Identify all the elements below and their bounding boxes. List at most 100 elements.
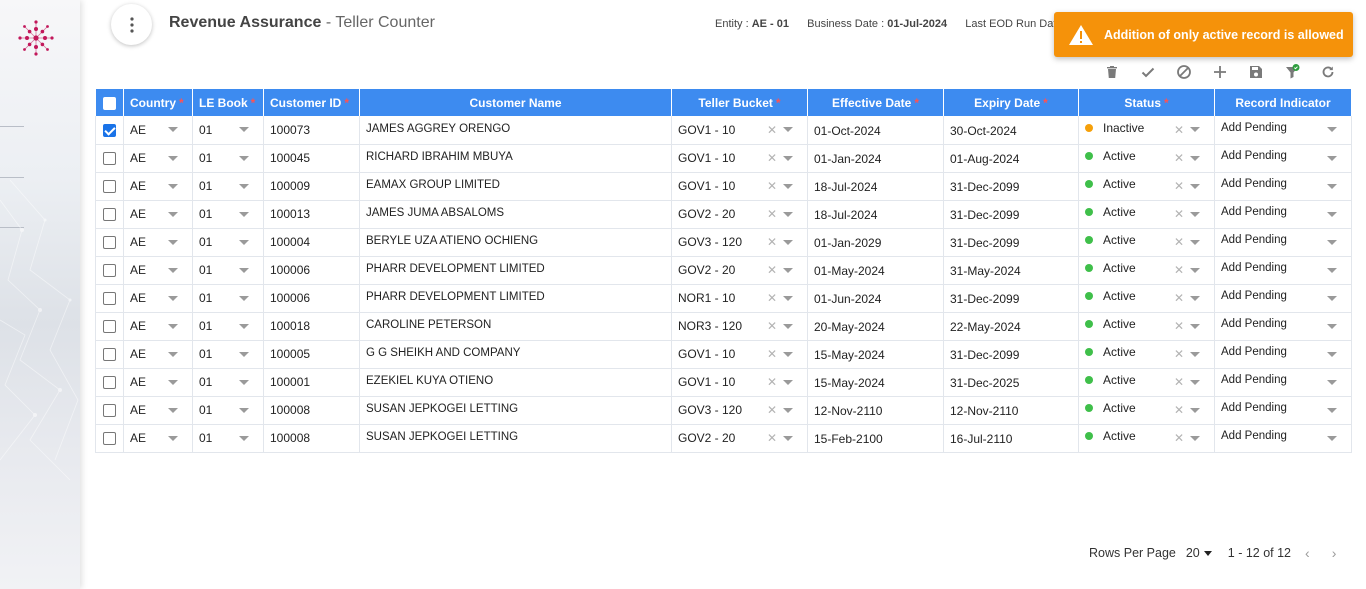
- customer-id-cell[interactable]: 100045: [263, 144, 360, 173]
- table-row[interactable]: AE 01 100004 BERYLE UZA ATIENO OCHIENG GOV3 …: [95, 228, 1352, 257]
- record-indicator-cell[interactable]: Add Pending: [1214, 172, 1352, 201]
- dropdown-arrow-icon[interactable]: [168, 239, 178, 245]
- clear-icon[interactable]: ✕: [767, 207, 777, 221]
- more-menu-button[interactable]: [111, 4, 152, 45]
- rows-per-page-select[interactable]: 20: [1186, 546, 1212, 560]
- clear-icon[interactable]: ✕: [1174, 263, 1184, 277]
- select-all-checkbox[interactable]: [102, 96, 116, 110]
- customer-id-cell[interactable]: 100005: [263, 340, 360, 369]
- row-checkbox[interactable]: [103, 123, 116, 137]
- le-book-cell[interactable]: 01: [192, 256, 264, 285]
- clear-icon[interactable]: ✕: [1174, 319, 1184, 333]
- row-checkbox[interactable]: [103, 264, 116, 278]
- dropdown-arrow-icon[interactable]: [783, 379, 793, 385]
- dropdown-arrow-icon[interactable]: [239, 239, 249, 245]
- dropdown-arrow-icon[interactable]: [783, 435, 793, 441]
- previous-page-button[interactable]: ‹: [1305, 545, 1310, 561]
- dropdown-arrow-icon[interactable]: [783, 407, 793, 413]
- effective-date-cell[interactable]: 12-Nov-2110: [807, 396, 944, 425]
- le-book-cell[interactable]: 01: [192, 312, 264, 341]
- effective-date-cell[interactable]: 15-Feb-2100: [807, 424, 944, 453]
- customer-id-cell[interactable]: 100001: [263, 368, 360, 397]
- record-indicator-cell[interactable]: Add Pending: [1214, 340, 1352, 369]
- dropdown-arrow-icon[interactable]: [239, 155, 249, 161]
- record-indicator-cell[interactable]: Add Pending: [1214, 144, 1352, 173]
- dropdown-arrow-icon[interactable]: [783, 155, 793, 161]
- table-row[interactable]: AE 01 100073 JAMES AGGREY ORENGO GOV1 - 10 ✕ 0…: [95, 116, 1352, 145]
- status-cell[interactable]: Active ✕: [1078, 340, 1215, 369]
- clear-icon[interactable]: ✕: [1174, 207, 1184, 221]
- table-row[interactable]: AE 01 100008 SUSAN JEPKOGEI LETTING GOV2 - 2…: [95, 424, 1352, 453]
- dropdown-arrow-icon[interactable]: [239, 435, 249, 441]
- dropdown-arrow-icon[interactable]: [1190, 351, 1200, 357]
- dropdown-arrow-icon[interactable]: [783, 351, 793, 357]
- dropdown-arrow-icon[interactable]: [1327, 323, 1337, 329]
- record-indicator-cell[interactable]: Add Pending: [1214, 312, 1352, 341]
- next-page-button[interactable]: ›: [1332, 545, 1337, 561]
- dropdown-arrow-icon[interactable]: [239, 323, 249, 329]
- dropdown-arrow-icon[interactable]: [1190, 127, 1200, 133]
- dropdown-arrow-icon[interactable]: [1327, 267, 1337, 273]
- row-checkbox[interactable]: [103, 180, 116, 194]
- le-book-cell[interactable]: 01: [192, 172, 264, 201]
- row-checkbox[interactable]: [103, 208, 116, 222]
- effective-date-cell[interactable]: 01-May-2024: [807, 256, 944, 285]
- clear-icon[interactable]: ✕: [767, 123, 777, 137]
- clear-icon[interactable]: ✕: [767, 235, 777, 249]
- column-header[interactable]: LE Book *: [192, 89, 264, 116]
- expiry-date-cell[interactable]: 16-Jul-2110: [943, 424, 1079, 453]
- clear-icon[interactable]: ✕: [1174, 151, 1184, 165]
- teller-bucket-cell[interactable]: GOV1 - 10 ✕: [671, 368, 808, 397]
- status-cell[interactable]: Active ✕: [1078, 396, 1215, 425]
- le-book-cell[interactable]: 01: [192, 284, 264, 313]
- clear-icon[interactable]: ✕: [1174, 123, 1184, 137]
- dropdown-arrow-icon[interactable]: [1190, 435, 1200, 441]
- table-row[interactable]: AE 01 100013 JAMES JUMA ABSALOMS GOV2 - 20 ✕ 1…: [95, 200, 1352, 229]
- effective-date-cell[interactable]: 15-May-2024: [807, 368, 944, 397]
- dropdown-arrow-icon[interactable]: [783, 127, 793, 133]
- dropdown-arrow-icon[interactable]: [1327, 155, 1337, 161]
- column-header[interactable]: Effective Date *: [807, 89, 944, 116]
- reject-button[interactable]: [1173, 62, 1195, 82]
- teller-bucket-cell[interactable]: GOV2 - 20 ✕: [671, 256, 808, 285]
- dropdown-arrow-icon[interactable]: [239, 407, 249, 413]
- dropdown-arrow-icon[interactable]: [239, 379, 249, 385]
- row-checkbox[interactable]: [103, 292, 116, 306]
- clear-icon[interactable]: ✕: [1174, 291, 1184, 305]
- expiry-date-cell[interactable]: 31-Dec-2099: [943, 228, 1079, 257]
- le-book-cell[interactable]: 01: [192, 368, 264, 397]
- le-book-cell[interactable]: 01: [192, 144, 264, 173]
- expiry-date-cell[interactable]: 31-May-2024: [943, 256, 1079, 285]
- dropdown-arrow-icon[interactable]: [1327, 435, 1337, 441]
- status-cell[interactable]: Active ✕: [1078, 284, 1215, 313]
- dropdown-arrow-icon[interactable]: [239, 267, 249, 273]
- table-row[interactable]: AE 01 100009 EAMAX GROUP LIMITED GOV1 - 10 ✕ 1…: [95, 172, 1352, 201]
- le-book-cell[interactable]: 01: [192, 228, 264, 257]
- clear-icon[interactable]: ✕: [767, 291, 777, 305]
- country-cell[interactable]: AE: [123, 228, 193, 257]
- record-indicator-cell[interactable]: Add Pending: [1214, 116, 1352, 145]
- dropdown-arrow-icon[interactable]: [1190, 295, 1200, 301]
- record-indicator-cell[interactable]: Add Pending: [1214, 256, 1352, 285]
- dropdown-arrow-icon[interactable]: [1327, 351, 1337, 357]
- table-row[interactable]: AE 01 100008 SUSAN JEPKOGEI LETTING GOV3 - 1…: [95, 396, 1352, 425]
- country-cell[interactable]: AE: [123, 424, 193, 453]
- table-row[interactable]: AE 01 100045 RICHARD IBRAHIM MBUYA GOV1 - 10…: [95, 144, 1352, 173]
- delete-button[interactable]: [1101, 62, 1123, 82]
- dropdown-arrow-icon[interactable]: [168, 183, 178, 189]
- dropdown-arrow-icon[interactable]: [239, 183, 249, 189]
- save-button[interactable]: [1245, 62, 1267, 82]
- teller-bucket-cell[interactable]: GOV3 - 120 ✕: [671, 228, 808, 257]
- clear-icon[interactable]: ✕: [1174, 347, 1184, 361]
- customer-id-cell[interactable]: 100008: [263, 396, 360, 425]
- dropdown-arrow-icon[interactable]: [1190, 379, 1200, 385]
- customer-id-cell[interactable]: 100009: [263, 172, 360, 201]
- country-cell[interactable]: AE: [123, 200, 193, 229]
- clear-icon[interactable]: ✕: [767, 263, 777, 277]
- dropdown-arrow-icon[interactable]: [1190, 407, 1200, 413]
- dropdown-arrow-icon[interactable]: [1190, 267, 1200, 273]
- row-checkbox[interactable]: [103, 432, 116, 446]
- column-header[interactable]: Country *: [123, 89, 193, 116]
- expiry-date-cell[interactable]: 12-Nov-2110: [943, 396, 1079, 425]
- table-row[interactable]: AE 01 100018 CAROLINE PETERSON NOR3 - 120 ✕ 20…: [95, 312, 1352, 341]
